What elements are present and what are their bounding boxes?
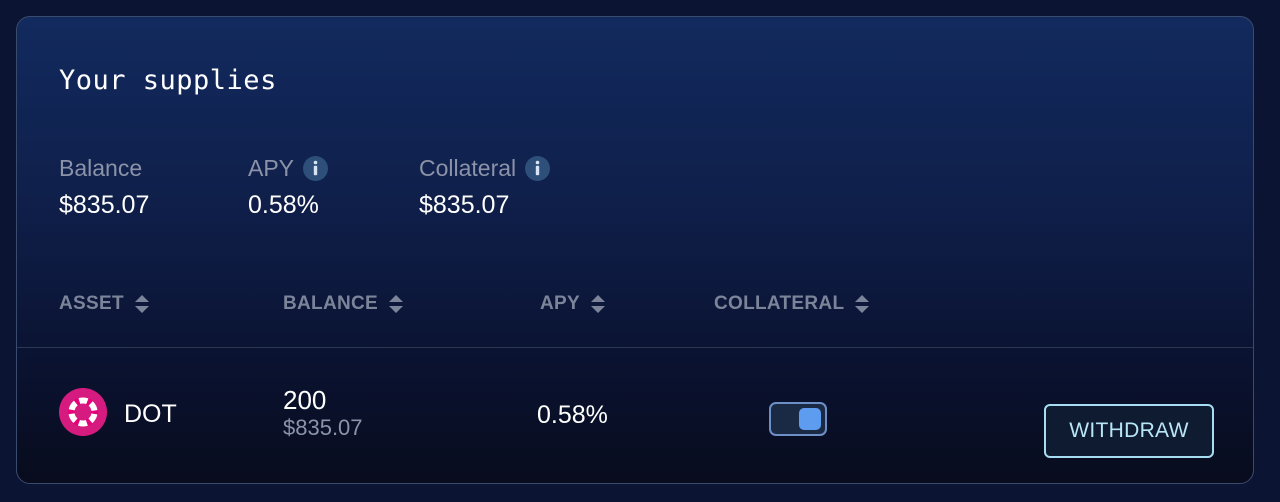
- card-title: Your supplies: [59, 65, 277, 96]
- table-header: ASSET BALANCE APY COLLATERAL: [17, 293, 1253, 323]
- column-header-asset[interactable]: ASSET: [59, 293, 150, 315]
- column-header-label: COLLATERAL: [714, 293, 845, 314]
- stat-apy-value: 0.58%: [248, 191, 319, 219]
- balance-usd: $835.07: [283, 415, 363, 440]
- sort-icon: [854, 293, 870, 315]
- apy-value: 0.58%: [537, 401, 608, 429]
- collateral-toggle[interactable]: [769, 402, 827, 436]
- balance-amount: 200: [283, 385, 327, 415]
- stat-apy: APY 0.58%: [248, 153, 329, 220]
- column-header-apy[interactable]: APY: [540, 293, 606, 315]
- column-header-label: BALANCE: [283, 293, 378, 314]
- withdraw-button[interactable]: WITHDRAW: [1044, 404, 1214, 458]
- asset-cell: DOT: [59, 388, 177, 441]
- column-header-label: APY: [540, 293, 580, 314]
- stat-collateral-label: Collateral: [419, 154, 517, 181]
- sort-icon: [388, 293, 404, 315]
- table-row: DOT 200 $835.07 0.58% WITHDRAW: [17, 348, 1253, 483]
- balance-cell: 200 $835.07: [283, 386, 363, 442]
- stat-collateral: Collateral $835.07: [419, 153, 551, 220]
- column-header-collateral[interactable]: COLLATERAL: [714, 293, 870, 315]
- stat-balance-value: $835.07: [59, 191, 150, 219]
- supplies-card: Your supplies Balance $835.07 APY 0.58% …: [16, 16, 1254, 484]
- sort-icon: [134, 293, 150, 315]
- stat-apy-label: APY: [248, 154, 295, 181]
- stat-balance-label: Balance: [59, 154, 143, 181]
- info-icon[interactable]: [302, 155, 329, 182]
- stat-balance: Balance $835.07: [59, 153, 149, 220]
- column-header-label: ASSET: [59, 293, 124, 314]
- toggle-knob: [799, 408, 821, 430]
- sort-icon: [590, 293, 606, 315]
- column-header-balance[interactable]: BALANCE: [283, 293, 404, 315]
- polkadot-logo-icon: [59, 388, 107, 441]
- info-icon[interactable]: [524, 155, 551, 182]
- stat-collateral-value: $835.07: [419, 191, 510, 219]
- asset-symbol: DOT: [124, 400, 177, 428]
